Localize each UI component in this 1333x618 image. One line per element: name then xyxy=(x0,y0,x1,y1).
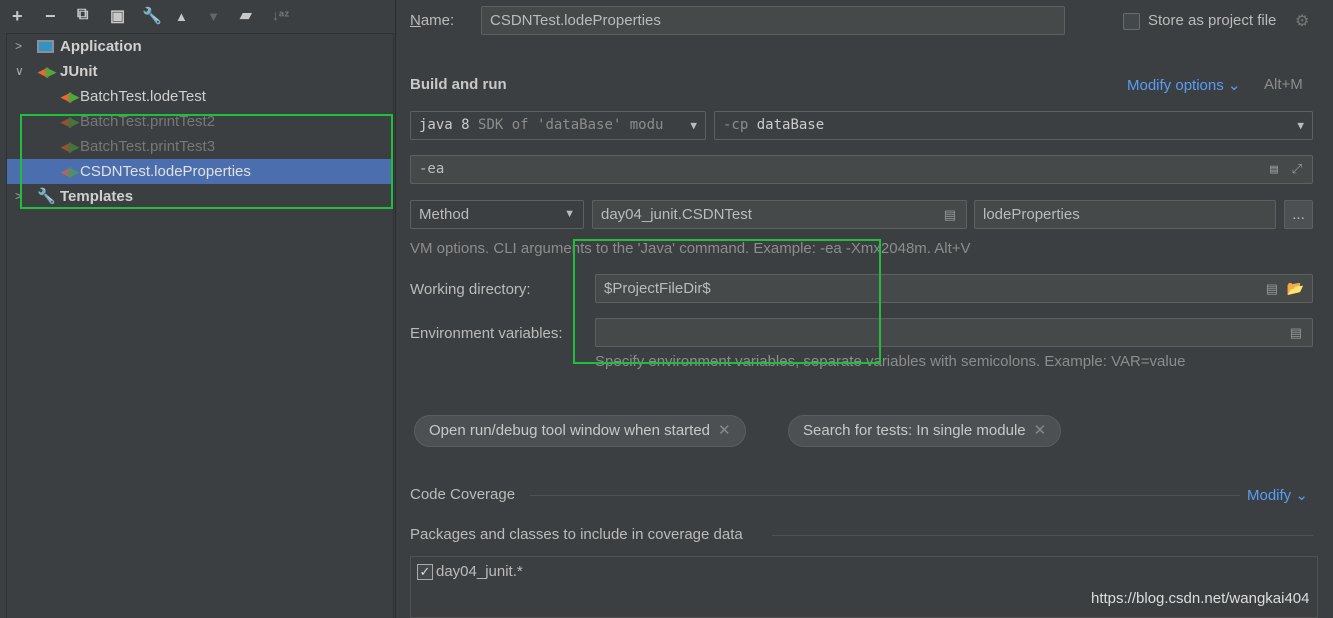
chip-label: Open run/debug tool window when started xyxy=(429,422,711,439)
classpath-select[interactable]: -cp dataBase ▼ xyxy=(714,111,1313,140)
packages-list: ✓ day04_junit.* xyxy=(410,556,1318,618)
coverage-modify-text: Modify xyxy=(1247,487,1292,504)
vm-options-input[interactable]: -ea ▤ ⤢ xyxy=(410,155,1313,184)
test-class-input[interactable]: day04_junit.CSDNTest ▤ xyxy=(592,200,967,229)
dropdown-arrow-icon: ▼ xyxy=(564,208,575,220)
application-icon xyxy=(37,40,54,53)
save-icon[interactable]: ▣ xyxy=(110,6,125,26)
chip-label: Search for tests: In single module xyxy=(803,422,1026,439)
document-icon[interactable]: ▤ xyxy=(1266,275,1278,302)
package-label: day04_junit.* xyxy=(436,563,523,580)
modify-shortcut: Alt+M xyxy=(1264,76,1303,93)
watermark: https://blog.csdn.net/wangkai404 xyxy=(1091,590,1310,607)
cp-value: dataBase xyxy=(756,117,825,133)
annotation-box xyxy=(20,114,393,209)
test-kind-select[interactable]: Method ▼ xyxy=(410,200,584,229)
modify-options-text: Modify options xyxy=(1127,77,1224,94)
chevron-down-icon[interactable]: ∨ xyxy=(15,59,24,84)
test-kind-value: Method xyxy=(419,206,470,223)
tree-label: Application xyxy=(60,38,142,55)
package-checkbox[interactable]: ✓ xyxy=(417,564,433,580)
build-run-heading: Build and run xyxy=(410,76,507,93)
name-label: Name: xyxy=(410,12,455,29)
test-method-input[interactable]: lodeProperties xyxy=(974,200,1276,229)
gear-icon[interactable]: ⚙ xyxy=(1295,11,1309,31)
store-checkbox[interactable] xyxy=(1123,13,1140,30)
junit-icon: ◀▶ xyxy=(61,89,79,104)
packages-heading: Packages and classes to include in cover… xyxy=(410,526,743,543)
document-icon[interactable]: ▤ xyxy=(1290,319,1302,346)
close-icon[interactable]: ✕ xyxy=(718,422,731,439)
coverage-modify-link[interactable]: Modify ⌄ xyxy=(1247,486,1308,504)
workdir-label: Working directory: xyxy=(410,281,531,298)
browse-button[interactable]: ... xyxy=(1284,200,1313,229)
name-value: CSDNTest.lodeProperties xyxy=(490,12,661,29)
jdk-select[interactable]: java 8 SDK of 'dataBase' modu ▼ xyxy=(410,111,706,140)
annotation-box xyxy=(573,239,881,364)
document-icon[interactable]: ▤ xyxy=(944,201,956,228)
copy-icon[interactable]: ⧉ xyxy=(77,6,88,24)
env-label: Environment variables: xyxy=(410,325,563,342)
option-chip[interactable]: Open run/debug tool window when started ✕ xyxy=(414,415,746,447)
close-icon[interactable]: ✕ xyxy=(1034,422,1047,439)
modify-options-link[interactable]: Modify options ⌄ xyxy=(1127,76,1240,94)
document-icon[interactable]: ▤ xyxy=(1270,156,1278,183)
test-method-value: lodeProperties xyxy=(983,206,1080,223)
minus-icon[interactable]: − xyxy=(45,6,56,27)
dropdown-arrow-icon: ▼ xyxy=(690,119,697,132)
divider xyxy=(772,535,1313,536)
name-input[interactable]: CSDNTest.lodeProperties xyxy=(481,6,1065,35)
arrow-up-icon[interactable]: ▲ xyxy=(175,9,188,24)
tree-item-application[interactable]: > Application xyxy=(7,34,393,59)
vm-value: -ea xyxy=(419,161,445,177)
jdk-hint: SDK of 'dataBase' modu xyxy=(478,117,664,133)
option-chip[interactable]: Search for tests: In single module ✕ xyxy=(788,415,1062,447)
divider xyxy=(530,495,1240,496)
jdk-value: java 8 xyxy=(419,117,470,133)
tree-label: JUnit xyxy=(60,63,98,80)
arrow-down-icon[interactable]: ▼ xyxy=(207,9,220,24)
cp-prefix: -cp xyxy=(723,117,749,133)
coverage-heading: Code Coverage xyxy=(410,486,516,503)
junit-icon: ◀▶ xyxy=(38,64,56,79)
tree-item-junit[interactable]: ∨ ◀▶ JUnit xyxy=(7,59,393,84)
store-label[interactable]: Store as project file xyxy=(1148,12,1276,29)
folder-icon[interactable]: 📂 xyxy=(1287,275,1304,302)
tree-item-test[interactable]: ◀▶ BatchTest.lodeTest xyxy=(7,84,393,109)
wrench-icon[interactable]: 🔧 xyxy=(142,6,162,26)
tree-label: BatchTest.lodeTest xyxy=(80,88,206,105)
test-class-value: day04_junit.CSDNTest xyxy=(601,206,752,223)
sort-icon[interactable]: ↓ᵃᶻ xyxy=(272,7,289,23)
dropdown-arrow-icon: ▼ xyxy=(1297,119,1304,132)
browse-label: ... xyxy=(1292,206,1305,223)
name-label-text: ame: xyxy=(420,12,455,29)
chevron-right-icon[interactable]: > xyxy=(15,34,22,59)
config-sidebar: + − ⧉ ▣ 🔧 ▲ ▼ ▰ ↓ᵃᶻ > Application ∨ ◀▶ J… xyxy=(0,0,396,618)
plus-icon[interactable]: + xyxy=(12,6,23,27)
new-folder-icon[interactable]: ▰ xyxy=(240,6,252,24)
expand-icon[interactable]: ⤢ xyxy=(1292,156,1302,183)
